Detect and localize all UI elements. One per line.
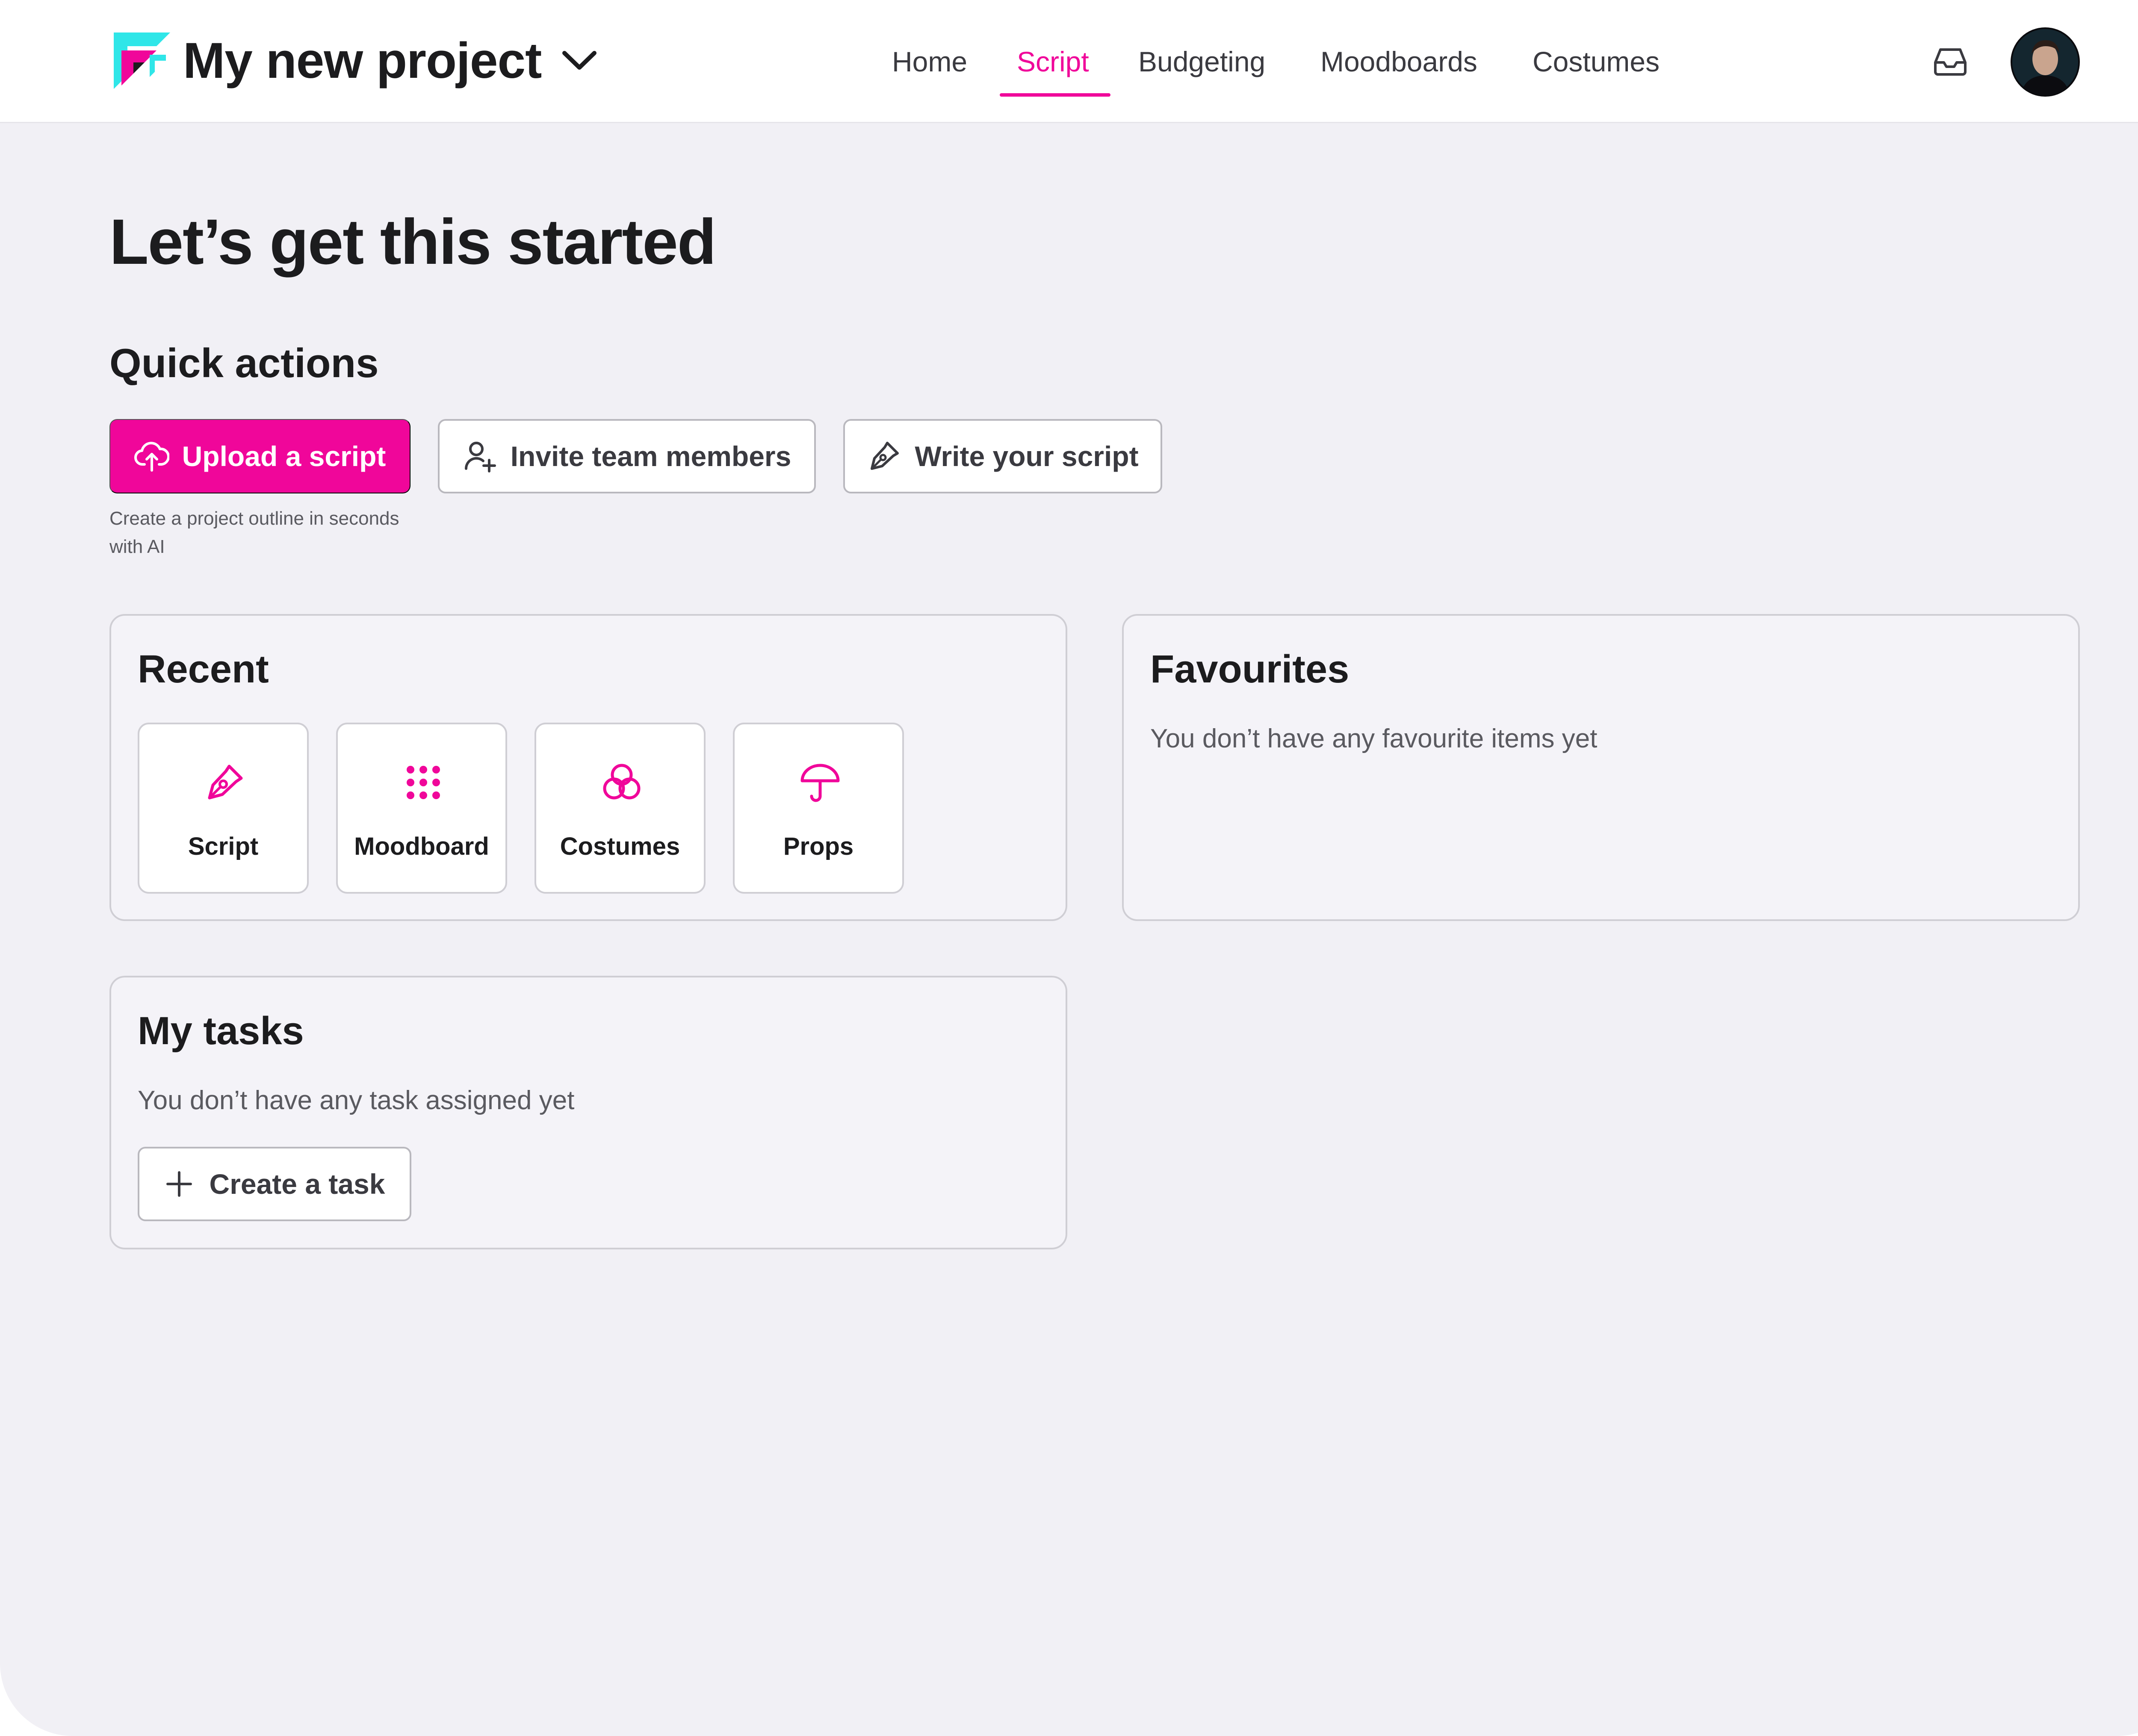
quick-actions-heading: Quick actions [109, 340, 379, 386]
grid-dots-icon [407, 766, 440, 799]
inbox-icon[interactable] [1933, 46, 1968, 76]
page-title: Let’s get this started [109, 206, 716, 278]
project-logo [114, 32, 170, 89]
avatar-portrait [2012, 29, 2078, 95]
recent-heading: Recent [138, 647, 269, 691]
pen-icon [871, 442, 899, 470]
recent-item-costumes[interactable]: Costumes [534, 723, 706, 894]
recent-card: Recent Script Moodboard Costumes Props [109, 614, 1067, 921]
recent-item-label: Script [188, 833, 259, 860]
tasks-card: My tasks You don’t have any task assigne… [109, 976, 1067, 1249]
create-task-button[interactable]: Create a task [138, 1147, 411, 1221]
recent-item-props[interactable]: Props [733, 723, 904, 894]
favourites-card: Favourites You don’t have any favourite … [1122, 614, 2080, 921]
plus-icon [166, 1171, 192, 1197]
create-task-label: Create a task [209, 1168, 385, 1200]
nav-tab-script-label: Script [1017, 46, 1089, 77]
write-script-button[interactable]: Write your script [843, 419, 1162, 493]
recent-item-moodboard[interactable]: Moodboard [336, 723, 507, 894]
recent-item-script[interactable]: Script [138, 723, 309, 894]
recent-item-label: Props [783, 833, 854, 860]
tasks-empty-text: You don’t have any task assigned yet [138, 1086, 575, 1115]
project-switcher[interactable]: My new project [112, 31, 597, 91]
nav-tab-script[interactable]: Script [1000, 0, 1110, 123]
nav-tab-home[interactable]: Home [892, 0, 967, 123]
favourites-heading: Favourites [1150, 647, 1350, 691]
recent-item-label: Costumes [560, 833, 680, 860]
upload-helper-text: Create a project outline in seconds with… [109, 508, 399, 557]
upload-script-button[interactable]: Upload a script [109, 419, 410, 493]
write-script-label: Write your script [915, 440, 1139, 472]
upload-script-label: Upload a script [182, 440, 386, 472]
active-tab-indicator [1000, 93, 1110, 97]
favourites-empty-text: You don’t have any favourite items yet [1150, 724, 1598, 753]
tasks-heading: My tasks [138, 1009, 304, 1053]
nav-tab-costumes[interactable]: Costumes [1533, 0, 1660, 123]
circles-icon [603, 764, 641, 800]
nav-tab-moodboards[interactable]: Moodboards [1320, 0, 1477, 123]
user-avatar[interactable] [2011, 27, 2080, 97]
app-window: My new project Home Script Budgeting Moo… [0, 0, 2138, 1736]
project-title: My new project [183, 32, 542, 89]
chevron-down-icon[interactable] [562, 50, 597, 72]
invite-team-button[interactable]: Invite team members [438, 419, 816, 493]
cloud-upload-icon [134, 442, 169, 472]
top-bar: My new project Home Script Budgeting Moo… [0, 0, 2138, 123]
invite-team-label: Invite team members [510, 440, 791, 472]
recent-item-label: Moodboard [354, 833, 489, 860]
nav-tab-budgeting[interactable]: Budgeting [1138, 0, 1265, 123]
pen-icon [208, 765, 243, 800]
umbrella-icon [800, 764, 840, 802]
user-plus-icon [464, 442, 496, 472]
